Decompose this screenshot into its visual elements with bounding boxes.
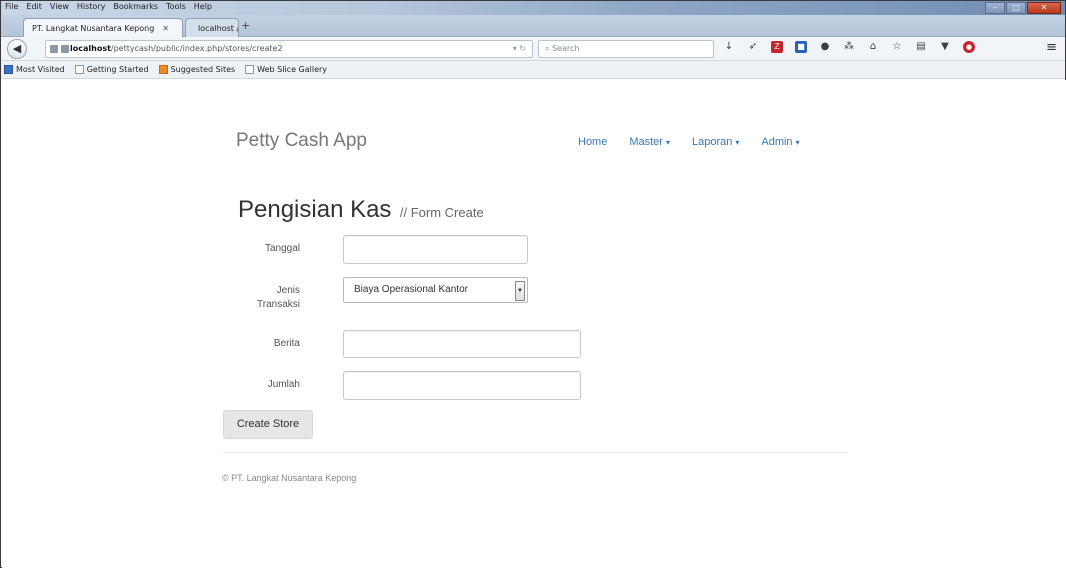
- menu-help[interactable]: Help: [194, 2, 212, 11]
- divider: [223, 452, 847, 453]
- jenis-transaksi-label: Jenis Transaksi: [257, 285, 300, 310]
- footer-copyright: © PT. Langkat Nusantara Kepong: [222, 473, 357, 483]
- pocket-icon[interactable]: ●: [819, 41, 831, 53]
- bookmark-suggested-sites[interactable]: Suggested Sites: [158, 65, 235, 74]
- nav-admin[interactable]: Admin ▾: [761, 136, 799, 148]
- create-store-button[interactable]: Create Store: [223, 410, 313, 439]
- bookmarks-menu-icon[interactable]: ▤: [915, 41, 927, 53]
- addon-icon[interactable]: ●: [963, 41, 975, 53]
- bookmark-star-icon[interactable]: ☆: [891, 41, 903, 53]
- tab-petty-cash[interactable]: PT. Langkat Nusantara Kepong ✕: [23, 18, 183, 37]
- new-tab-icon[interactable]: +: [241, 19, 250, 32]
- tanggal-input[interactable]: [343, 235, 528, 264]
- caret-down-icon: ▾: [735, 138, 740, 147]
- nav-home[interactable]: Home: [578, 136, 607, 148]
- identity-icon[interactable]: [50, 45, 58, 53]
- nav-laporan[interactable]: Laporan ▾: [692, 136, 739, 148]
- suggested-icon: [158, 65, 168, 74]
- search-placeholder: Search: [552, 44, 580, 53]
- search-icon: ⌕: [545, 44, 553, 53]
- page-title-main: Pengisian Kas: [238, 196, 392, 223]
- tab-label: PT. Langkat Nusantara Kepong: [32, 23, 155, 33]
- maximize-button[interactable]: □: [1006, 2, 1026, 14]
- jenis-transaksi-select[interactable]: Biaya Operasional Kantor ▼: [343, 277, 528, 303]
- dropdown-arrow-icon[interactable]: ▼: [515, 281, 525, 301]
- page-icon: [245, 65, 255, 74]
- jumlah-label: Jumlah: [267, 379, 300, 390]
- app-brand[interactable]: Petty Cash App: [236, 130, 367, 152]
- menu-icon[interactable]: ≡: [1046, 40, 1057, 55]
- tab-localhost[interactable]: localhost / localhost / petty...: [185, 18, 239, 37]
- caret-down-icon: ▾: [665, 138, 670, 147]
- menu-file[interactable]: File: [5, 2, 18, 11]
- menu-bookmarks[interactable]: Bookmarks: [113, 2, 158, 11]
- url-host: localhost: [70, 44, 111, 53]
- reload-icon[interactable]: ▾ ↻: [513, 41, 526, 57]
- minimize-button[interactable]: –: [985, 2, 1005, 14]
- navigation-bar: ◀ localhost/pettycash/public/index.php/s…: [1, 37, 1065, 61]
- url-path: /pettycash/public/index.php/stores/creat…: [110, 44, 283, 53]
- title-bar: File Edit View History Bookmarks Tools H…: [1, 1, 1065, 15]
- menu-tools[interactable]: Tools: [166, 2, 186, 11]
- extension-icon[interactable]: ■: [795, 41, 807, 53]
- page-icon: [74, 65, 84, 74]
- back-arrow-icon[interactable]: ◀: [7, 39, 27, 59]
- zotero-icon[interactable]: Z: [771, 41, 783, 53]
- page-title-sub: // Form Create: [399, 205, 484, 220]
- close-window-button[interactable]: ✕: [1027, 2, 1061, 14]
- menu-view[interactable]: View: [50, 2, 69, 11]
- bookmark-getting-started[interactable]: Getting Started: [74, 65, 149, 74]
- tab-strip: PT. Langkat Nusantara Kepong ✕ localhost…: [1, 15, 1065, 37]
- send-icon[interactable]: ➶: [747, 41, 759, 53]
- tab-label: localhost / localhost / petty...: [198, 23, 239, 33]
- home-icon[interactable]: ⌂: [867, 41, 879, 53]
- jenis-transaksi-value: Biaya Operasional Kantor: [354, 284, 468, 295]
- download-icon[interactable]: ↓: [723, 41, 735, 53]
- bookmark-web-slice-gallery[interactable]: Web Slice Gallery: [245, 65, 327, 74]
- berita-input[interactable]: [343, 330, 581, 358]
- menu-history[interactable]: History: [77, 2, 105, 11]
- sync-icon[interactable]: ⁂: [843, 41, 855, 53]
- berita-label: Berita: [273, 338, 300, 349]
- url-bar[interactable]: localhost/pettycash/public/index.php/sto…: [45, 40, 533, 58]
- window-controls: – □ ✕: [985, 2, 1061, 14]
- jumlah-input[interactable]: [343, 371, 581, 400]
- bookmark-icon: [4, 65, 13, 74]
- bookmarks-bar: Most Visited Getting Started Suggested S…: [1, 61, 1065, 79]
- globe-icon: [61, 45, 69, 53]
- page-title: Pengisian Kas // Form Create: [238, 196, 484, 224]
- search-bar[interactable]: ⌕ Search: [538, 40, 714, 58]
- browser-window: File Edit View History Bookmarks Tools H…: [0, 0, 1066, 568]
- page-content: Petty Cash App Home Master ▾ Laporan ▾ Adm…: [2, 80, 1066, 568]
- close-tab-icon[interactable]: ✕: [162, 20, 169, 37]
- toolbar-icons: ↓ ➶ Z ■ ● ⁂ ⌂ ☆ ▤ ▼ ●: [723, 41, 975, 53]
- menu-edit[interactable]: Edit: [26, 2, 42, 11]
- top-nav: Home Master ▾ Laporan ▾ Admin ▾: [578, 136, 822, 148]
- bookmark-most-visited[interactable]: Most Visited: [4, 65, 65, 74]
- tanggal-label: Tanggal: [264, 243, 300, 254]
- menu-bar: File Edit View History Bookmarks Tools H…: [5, 2, 212, 11]
- caret-down-icon: ▾: [795, 138, 800, 147]
- shield-icon[interactable]: ▼: [939, 41, 951, 53]
- nav-master[interactable]: Master ▾: [629, 136, 670, 148]
